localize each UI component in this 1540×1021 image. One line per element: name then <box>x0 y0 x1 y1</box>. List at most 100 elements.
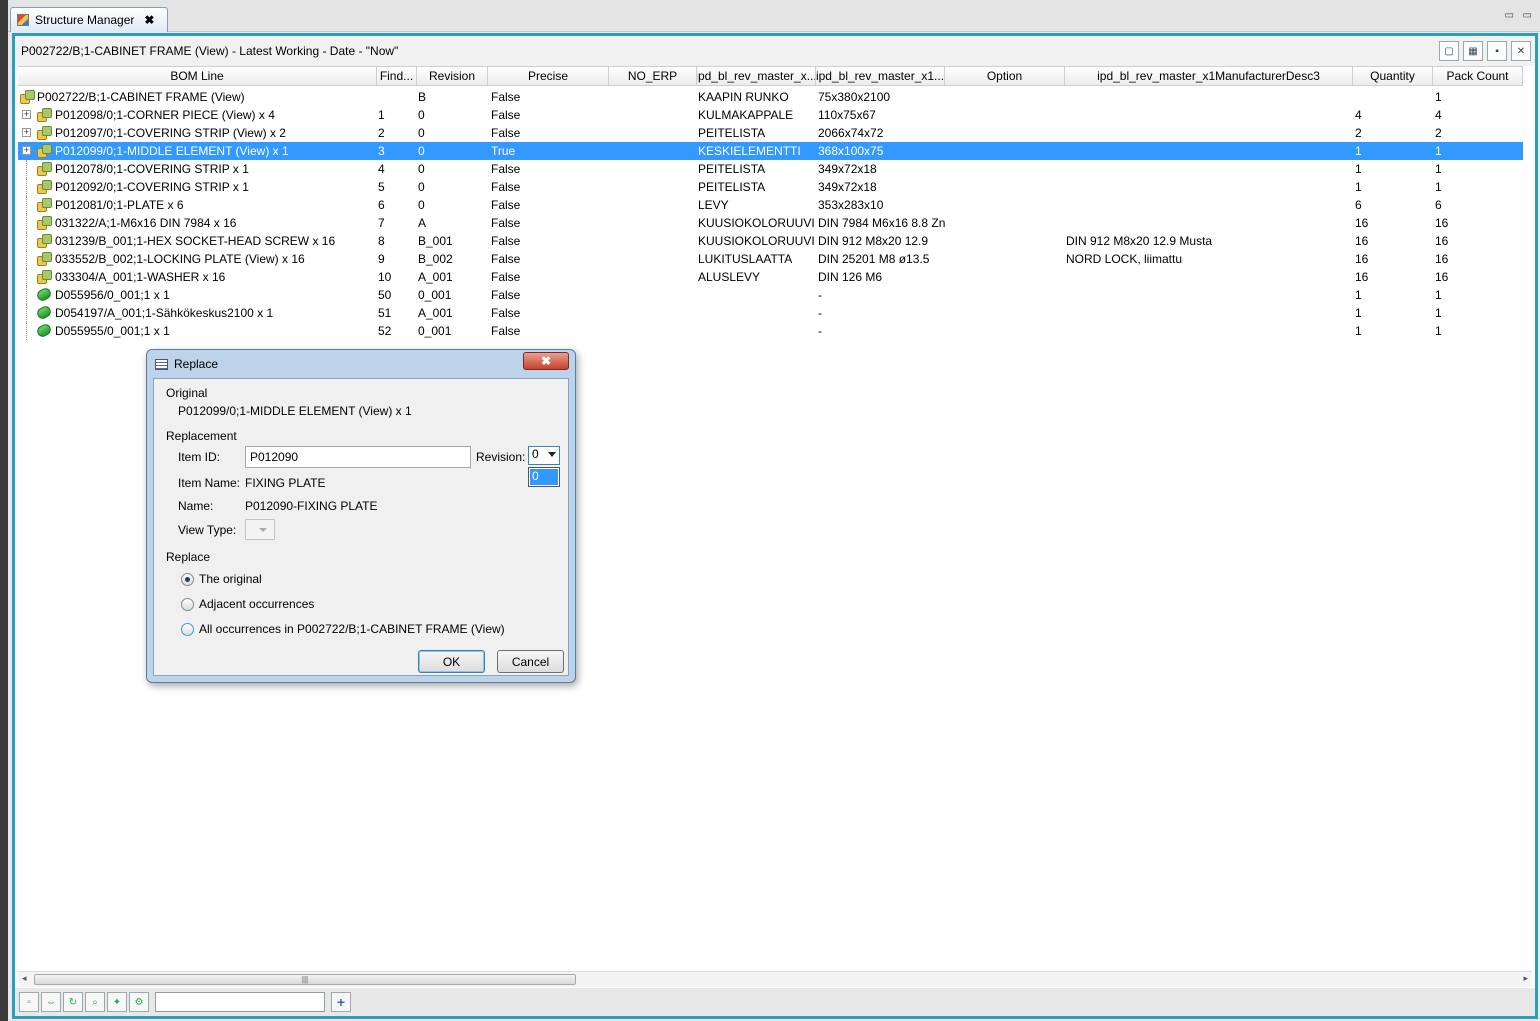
table-row[interactable]: + P012098/0;1-CORNER PIECE (View) x 4 1 0 Fa… <box>18 106 1523 124</box>
cell-qty: 1 <box>1355 306 1362 320</box>
table-row[interactable]: D055956/0_001;1 x 1 50 0_001 False - 1 1 <box>18 286 1523 304</box>
search-icon-button[interactable]: ⌕ <box>85 992 105 1012</box>
column-header[interactable]: ipd_bl_rev_master_x... <box>697 66 816 86</box>
tree-line <box>26 250 27 268</box>
column-header[interactable]: Precise <box>488 66 609 86</box>
collapse-panel-icon-button[interactable]: ✕ <box>1511 41 1531 61</box>
table-row[interactable]: 031239/B_001;1-HEX SOCKET-HEAD SCREW x 1… <box>18 232 1523 250</box>
replacement-heading: Replacement <box>166 429 237 443</box>
scroll-left-icon[interactable]: ◂ <box>22 973 27 984</box>
cell-desc2: DIN 126 M6 <box>818 270 883 284</box>
bom-line-cell: 031322/A;1-M6x16 DIN 7984 x 16 <box>55 216 237 230</box>
assembly-icon <box>37 216 52 230</box>
table-view-icon-button[interactable]: ▦ <box>1463 41 1483 61</box>
bom-line-cell: P002722/B;1-CABINET FRAME (View) <box>37 90 245 104</box>
cell-desc1: PEITELISTA <box>698 162 766 176</box>
add-icon-button[interactable]: + <box>331 992 351 1012</box>
tab-structure-manager[interactable]: Structure Manager ✖ <box>10 7 168 32</box>
maximize-view-icon[interactable]: ▭ <box>1523 10 1532 21</box>
bottom-search-input[interactable] <box>155 992 325 1012</box>
column-header[interactable]: Option <box>945 66 1065 86</box>
column-header[interactable]: ipd_bl_rev_master_x1... <box>816 66 945 86</box>
tab-bar: Structure Manager ✖ ▭ ▭ <box>8 0 1540 32</box>
cell-precise: False <box>491 198 521 212</box>
bom-line-cell: D055956/0_001;1 x 1 <box>55 288 170 302</box>
cell-rev: 0 <box>418 108 425 122</box>
column-header[interactable]: Revision <box>417 66 488 86</box>
refresh-icon-button[interactable]: ↻ <box>63 992 83 1012</box>
cell-desc1: KAAPIN RUNKO <box>698 90 789 104</box>
cell-rev: B <box>418 90 427 104</box>
cell-precise: False <box>491 252 521 266</box>
cell-desc1: LUKITUSLAATTA <box>698 252 793 266</box>
radio-all-occurrences[interactable] <box>181 623 194 636</box>
save-view-icon-button[interactable]: ▪ <box>1487 41 1507 61</box>
table-row[interactable]: D054197/A_001;1-Sähkökeskus2100 x 1 51 A_0… <box>18 304 1523 322</box>
dialog-close-button[interactable]: ✖ <box>523 352 569 370</box>
new-icon-button[interactable]: ▫ <box>19 992 39 1012</box>
cell-precise: False <box>491 126 521 140</box>
table-row[interactable]: 031322/A;1-M6x16 DIN 7984 x 16 7 A False KUU… <box>18 214 1523 232</box>
radio-the-original-label[interactable]: The original <box>199 572 262 586</box>
scrollbar-thumb[interactable]: ||| <box>34 974 576 985</box>
column-header[interactable]: ipd_bl_rev_master_x1ManufacturerDesc3 <box>1065 66 1353 86</box>
bom-window-title: P002722/B;1-CABINET FRAME (View) - Lates… <box>21 44 399 58</box>
tree-line <box>26 232 27 250</box>
table-row[interactable]: P012081/0;1-PLATE x 6 6 0 False LEVY 353x283x… <box>18 196 1523 214</box>
expand-icon[interactable]: + <box>22 146 31 155</box>
tree-line <box>26 214 27 232</box>
properties-icon-button[interactable]: ⚙ <box>129 992 149 1012</box>
cell-pack: 1 <box>1435 288 1442 302</box>
horizontal-scrollbar[interactable]: ◂ ||| ▸ <box>18 971 1532 987</box>
table-row[interactable]: + P012097/0;1-COVERING STRIP (View) x 220… <box>18 124 1523 142</box>
bottom-toolbar: ▫ ⇔ ↻ ⌕ ✦ ⚙ + <box>15 988 1535 1016</box>
revision-option[interactable]: 0 <box>530 469 558 485</box>
cell-find: 5 <box>378 180 385 194</box>
add-part-icon-button[interactable]: ✦ <box>107 992 127 1012</box>
table-row[interactable]: 033552/B_002;1-LOCKING PLATE (View) x 16… <box>18 250 1523 268</box>
assembly-icon <box>37 126 52 140</box>
cell-qty: 1 <box>1355 324 1362 338</box>
cell-precise: False <box>491 324 521 338</box>
table-row[interactable]: + P012099/0;1-MIDDLE ELEMENT (View) x 1 3 0… <box>18 142 1523 160</box>
tab-label: Structure Manager <box>35 13 135 27</box>
table-row[interactable]: 033304/A_001;1-WASHER x 16 10 A_001 False AL… <box>18 268 1523 286</box>
scroll-right-icon[interactable]: ▸ <box>1523 973 1528 984</box>
cell-precise: False <box>491 288 521 302</box>
expand-icon[interactable]: + <box>22 110 31 119</box>
tree-line <box>26 268 27 286</box>
table-row[interactable]: D055955/0_001;1 x 1 52 0_001 False - 1 1 <box>18 322 1523 340</box>
view-type-select[interactable] <box>245 519 275 540</box>
revision-select[interactable]: 0 <box>528 446 560 465</box>
bom-line-cell: P012099/0;1-MIDDLE ELEMENT (View) x 1 <box>55 144 289 158</box>
column-header[interactable]: BOM Line <box>18 66 377 86</box>
column-header[interactable]: NO_ERP <box>609 66 697 86</box>
dialog-titlebar[interactable]: Replace <box>147 350 575 378</box>
radio-all-occurrences-label[interactable]: All occurrences in P002722/B;1-CABINET F… <box>199 622 505 636</box>
minimize-view-icon[interactable]: ▭ <box>1505 10 1514 21</box>
window-icon-button[interactable]: ▢ <box>1439 41 1459 61</box>
radio-the-original[interactable] <box>181 573 194 586</box>
radio-adjacent-occurrences[interactable] <box>181 598 194 611</box>
column-header[interactable]: Quantity <box>1353 66 1433 86</box>
cell-pack: 1 <box>1435 306 1442 320</box>
table-row[interactable]: P012078/0;1-COVERING STRIP x 1 4 0 False PEI… <box>18 160 1523 178</box>
cell-find: 3 <box>378 144 385 158</box>
cell-find: 7 <box>378 216 385 230</box>
cell-rev: A_001 <box>418 270 453 284</box>
bom-line-cell: 033552/B_002;1-LOCKING PLATE (View) x 16 <box>55 252 305 266</box>
close-tab-icon[interactable]: ✖ <box>144 13 154 27</box>
navigate-icon-button[interactable]: ⇔ <box>41 992 61 1012</box>
column-header[interactable]: Find... <box>377 66 417 86</box>
expand-icon[interactable]: + <box>22 128 31 137</box>
cell-precise: False <box>491 162 521 176</box>
ok-button[interactable]: OK <box>418 650 485 673</box>
cell-rev: 0 <box>418 144 425 158</box>
column-header[interactable]: Pack Count <box>1433 66 1523 86</box>
bom-line-cell: P012098/0;1-CORNER PIECE (View) x 4 <box>55 108 275 122</box>
item-id-input[interactable]: P012090 <box>245 446 471 468</box>
table-row[interactable]: P012092/0;1-COVERING STRIP x 1 5 0 False PEI… <box>18 178 1523 196</box>
cancel-button[interactable]: Cancel <box>497 650 564 673</box>
table-row[interactable]: P002722/B;1-CABINET FRAME (View) B False KA… <box>18 88 1523 106</box>
radio-adjacent-occurrences-label[interactable]: Adjacent occurrences <box>199 597 314 611</box>
